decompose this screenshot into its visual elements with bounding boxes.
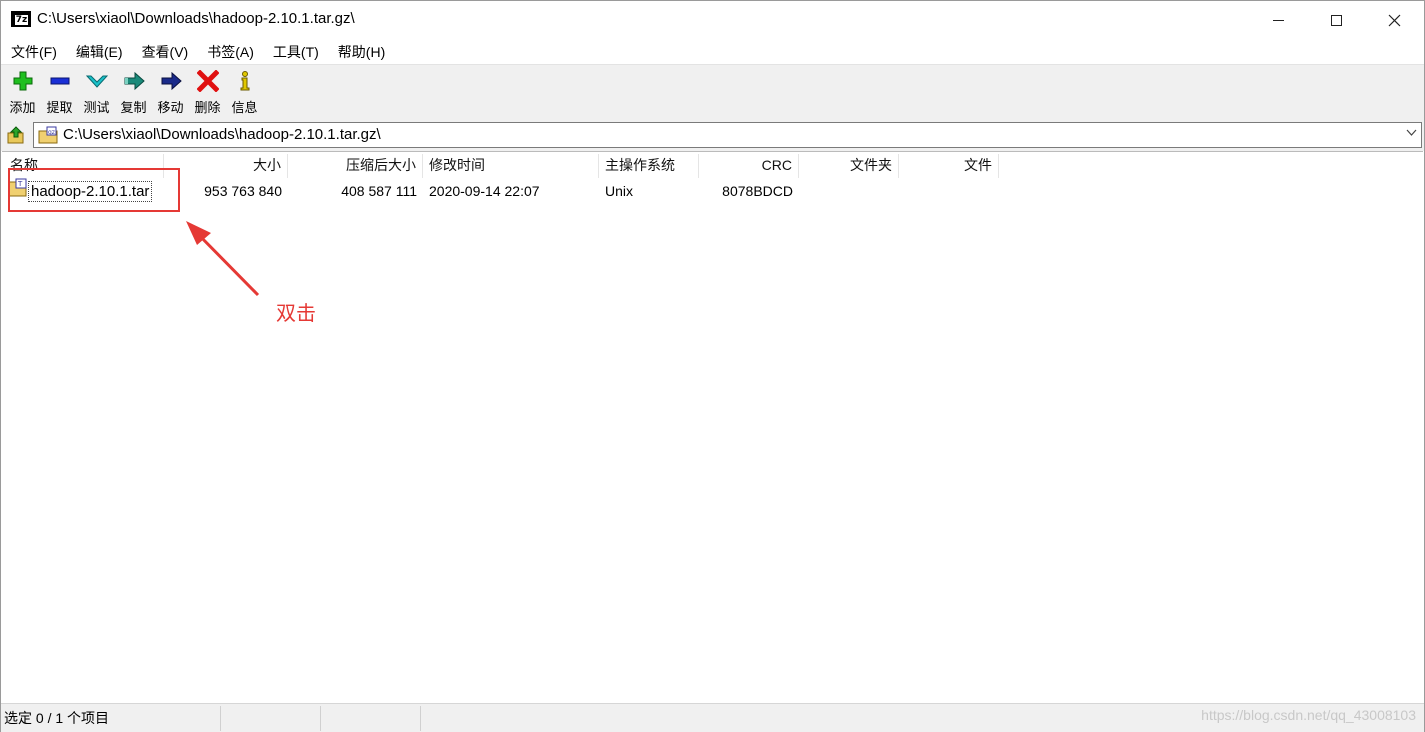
menu-file[interactable]: 文件(F) xyxy=(1,39,66,64)
address-row: gz C:\Users\xiaol\Downloads\hadoop-2.10.… xyxy=(1,119,1424,151)
menu-view[interactable]: 查看(V) xyxy=(132,39,198,64)
annotation-highlight-box xyxy=(8,168,180,212)
test-icon xyxy=(85,70,109,92)
delete-label: 删除 xyxy=(194,100,221,115)
copy-label: 复制 xyxy=(120,100,147,115)
move-label: 移动 xyxy=(157,100,184,115)
extract-label: 提取 xyxy=(46,100,73,115)
annotation-label: 双击 xyxy=(276,303,316,325)
archive-file-icon: gz xyxy=(38,126,58,144)
status-bar: 选定 0 / 1 个项目 https://blog.csdn.net/qq_43… xyxy=(1,703,1424,732)
menu-edit[interactable]: 编辑(E) xyxy=(66,39,132,64)
svg-text:gz: gz xyxy=(48,129,55,136)
add-label: 添加 xyxy=(9,100,36,115)
row-crc: 8078BDCD xyxy=(722,183,793,199)
maximize-button[interactable] xyxy=(1307,1,1365,39)
column-header-files[interactable]: 文件 xyxy=(899,154,999,178)
title-bar[interactable]: 7z C:\Users\xiaol\Downloads\hadoop-2.10.… xyxy=(1,1,1424,39)
up-folder-button[interactable] xyxy=(5,124,27,146)
row-size: 953 763 840 xyxy=(204,183,282,199)
minimize-button[interactable] xyxy=(1249,1,1307,39)
column-header-modified[interactable]: 修改时间 xyxy=(423,154,599,178)
chevron-down-icon[interactable] xyxy=(1406,127,1417,141)
menu-bar: 文件(F) 编辑(E) 查看(V) 书签(A) 工具(T) 帮助(H) xyxy=(1,39,1424,64)
copy-button[interactable]: 复制 xyxy=(115,65,152,119)
status-pane-3 xyxy=(321,706,421,731)
archive-window: 7z C:\Users\xiaol\Downloads\hadoop-2.10.… xyxy=(0,0,1425,732)
info-button[interactable]: 信息 xyxy=(226,65,263,119)
add-button[interactable]: 添加 xyxy=(4,65,41,119)
close-icon xyxy=(1388,14,1400,26)
toolbar: 添加 提取 测试 复制 移动 删除 信息 xyxy=(1,64,1424,119)
row-host-os: Unix xyxy=(605,183,634,199)
status-pane-2 xyxy=(221,706,321,731)
app-logo-text: 7z xyxy=(14,15,29,25)
up-folder-icon xyxy=(7,126,24,144)
column-header-folders[interactable]: 文件夹 xyxy=(799,154,899,178)
test-label: 测试 xyxy=(83,100,110,115)
app-logo-icon: 7z xyxy=(11,11,31,27)
maximize-icon xyxy=(1330,14,1342,26)
row-files xyxy=(899,180,999,202)
row-modified: 2020-09-14 22:07 xyxy=(429,183,540,199)
minimize-icon xyxy=(1272,19,1284,21)
watermark-text: https://blog.csdn.net/qq_43008103 xyxy=(1201,707,1416,723)
extract-icon xyxy=(48,70,72,92)
column-header-size[interactable]: 大小 xyxy=(164,154,288,178)
move-button[interactable]: 移动 xyxy=(152,65,189,119)
row-folders xyxy=(799,180,899,202)
column-header-host-os[interactable]: 主操作系统 xyxy=(599,154,699,178)
status-selection: 选定 0 / 1 个项目 xyxy=(1,706,221,731)
window-title: C:\Users\xiaol\Downloads\hadoop-2.10.1.t… xyxy=(37,10,355,27)
menu-help[interactable]: 帮助(H) xyxy=(328,39,394,64)
add-icon xyxy=(11,70,35,92)
copy-icon xyxy=(122,70,146,92)
menu-tools[interactable]: 工具(T) xyxy=(263,39,328,64)
address-combobox[interactable]: gz C:\Users\xiaol\Downloads\hadoop-2.10.… xyxy=(33,122,1422,148)
column-header-crc[interactable]: CRC xyxy=(699,154,799,178)
close-button[interactable] xyxy=(1365,1,1423,39)
test-button[interactable]: 测试 xyxy=(78,65,115,119)
column-header-packed-size[interactable]: 压缩后大小 xyxy=(288,154,423,178)
delete-button[interactable]: 删除 xyxy=(189,65,226,119)
info-icon xyxy=(233,70,257,92)
move-icon xyxy=(159,70,183,92)
extract-button[interactable]: 提取 xyxy=(41,65,78,119)
row-packed-size: 408 587 111 xyxy=(341,183,417,199)
delete-icon xyxy=(196,70,220,92)
menu-bookmarks[interactable]: 书签(A) xyxy=(197,39,263,64)
info-label: 信息 xyxy=(231,100,258,115)
address-path: C:\Users\xiaol\Downloads\hadoop-2.10.1.t… xyxy=(63,126,381,143)
annotation-arrow-icon xyxy=(186,221,260,297)
